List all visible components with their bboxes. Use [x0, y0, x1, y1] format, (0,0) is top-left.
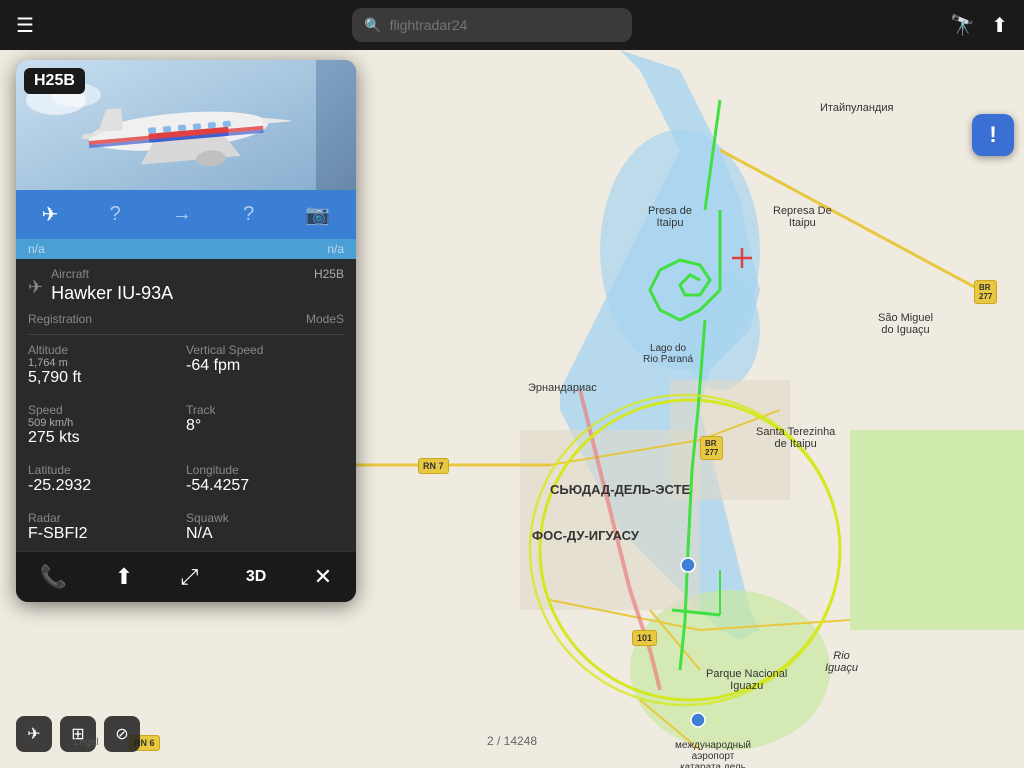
map-label-presa-itaipu: Presa deItaipu — [648, 205, 692, 229]
tab-question1[interactable]: ? — [98, 199, 133, 230]
track-cell: Track 8° — [186, 395, 344, 455]
close-button[interactable]: ✕ — [314, 564, 332, 590]
phone-icon[interactable]: 📞 — [40, 564, 67, 590]
map-label-rio-iguazu: RioIguaçu — [825, 650, 858, 674]
map-label-represa-itaipu: Represa DeItaipu — [773, 205, 832, 229]
map-label-parque: Parque NacionalIguazu — [706, 668, 787, 692]
3d-button[interactable]: 3D — [246, 568, 266, 586]
alert-icon: ! — [989, 122, 996, 148]
altitude-m: 1,764 m — [28, 357, 186, 369]
altitude-ft: 5,790 ft — [28, 369, 186, 387]
speed-kmh: 509 km/h — [28, 417, 186, 429]
map-label-sao-miguel: São Migueldo Iguaçu — [878, 312, 933, 336]
squawk-value: N/A — [186, 525, 344, 543]
status-bar: n/a n/a — [16, 239, 356, 259]
share-icon[interactable]: ⬆ — [991, 13, 1008, 38]
road-rn7: RN 7 — [418, 458, 449, 474]
map-label-ernandarias: Эрнандариас — [528, 382, 597, 394]
tab-camera[interactable]: 📷 — [293, 198, 342, 231]
latitude-value: -25.2932 — [28, 477, 186, 495]
aircraft-name: Hawker IU-93A — [51, 283, 344, 304]
aircraft-type-label: Aircraft — [51, 267, 89, 281]
top-bar-left: ☰ — [16, 13, 34, 38]
road-101: 101 — [632, 630, 657, 646]
plane-image: H25B — [16, 60, 356, 190]
plane-code-label: H25B — [24, 68, 85, 94]
search-icon: 🔍 — [364, 17, 381, 34]
altitude-cell: Altitude 1,764 m 5,790 ft — [28, 335, 186, 395]
filter-button[interactable]: ⊘ — [104, 716, 140, 752]
top-bar-right: 🔭 ⬆ — [950, 13, 1008, 38]
status-right: n/a — [327, 242, 344, 256]
binoculars-icon[interactable]: 🔭 — [950, 13, 975, 38]
map-label-itaipulandia: Итайпуландия — [820, 102, 893, 114]
longitude-value: -54.4257 — [186, 477, 344, 495]
tab-airplane[interactable]: ✈ — [30, 198, 71, 231]
aircraft-side-icon: ✈ — [28, 277, 43, 298]
map-label-santa-terezinha: Santa Terezinhade Itaipu — [756, 426, 835, 450]
map-label-airport: международныйаэропорткатарата дельигуацу… — [675, 740, 751, 768]
search-input[interactable] — [390, 17, 621, 33]
aircraft-info: ✈ Aircraft H25B Hawker IU-93A Registrati… — [16, 259, 356, 334]
longitude-cell: Longitude -54.4257 — [186, 455, 344, 503]
aircraft-header: Aircraft H25B — [51, 267, 344, 281]
map-view-icon: ✈ — [27, 724, 40, 744]
speed-kts: 275 kts — [28, 429, 186, 447]
vertical-speed-value: -64 fpm — [186, 357, 344, 375]
search-bar[interactable]: 🔍 — [352, 8, 632, 42]
radar-cell: Radar F-SBFI2 — [28, 503, 186, 551]
map-label-ciudad: СЬЮДАД-ДЕЛЬ-ЭСТЕ — [550, 482, 690, 497]
track-value: 8° — [186, 417, 344, 435]
vertical-speed-cell: Vertical Speed -64 fpm — [186, 335, 344, 395]
aircraft-code-value: H25B — [314, 267, 344, 281]
squawk-cell: Squawk N/A — [186, 503, 344, 551]
map-label-foz: ФОС-ДУ-ИГУАСУ — [532, 528, 639, 543]
speed-cell: Speed 509 km/h 275 kts — [28, 395, 186, 455]
alert-button[interactable]: ! — [972, 114, 1014, 156]
status-left: n/a — [28, 242, 45, 256]
tab-question2[interactable]: ? — [231, 199, 266, 230]
filter-icon: ⊘ — [115, 724, 128, 744]
map-view-button[interactable]: ✈ — [16, 716, 52, 752]
aircraft-sub: Registration ModeS — [28, 312, 344, 326]
flight-panel: H25B ✈ ? → ? 📷 n/a n/a ✈ Aircraft H25B H… — [16, 60, 356, 602]
map-label-lago-parana: Lago doRio Paraná — [643, 343, 693, 365]
modes-label: ModeS — [306, 312, 344, 326]
map-counter: 2 / 14248 — [487, 734, 537, 748]
data-grid: Altitude 1,764 m 5,790 ft Vertical Speed… — [16, 335, 356, 551]
panel-bottom-toolbar: 📞 ⬆ ⤢ 3D ✕ — [16, 551, 356, 602]
fullscreen-icon[interactable]: ⤢ — [181, 564, 199, 590]
legal-text[interactable]: Legal — [74, 737, 98, 748]
radar-value: F-SBFI2 — [28, 525, 186, 543]
menu-icon[interactable]: ☰ — [16, 13, 34, 38]
latitude-cell: Latitude -25.2932 — [28, 455, 186, 503]
top-bar: ☰ 🔍 🔭 ⬆ — [0, 0, 1024, 50]
share-panel-icon[interactable]: ⬆ — [115, 564, 133, 590]
road-br277-mid: BR277 — [700, 436, 723, 460]
legal-label: Legal — [74, 737, 98, 748]
registration-label: Registration — [28, 312, 92, 326]
tab-bar: ✈ ? → ? 📷 — [16, 190, 356, 239]
tab-route[interactable]: → — [160, 199, 204, 230]
road-br277-top: BR277 — [974, 280, 997, 304]
